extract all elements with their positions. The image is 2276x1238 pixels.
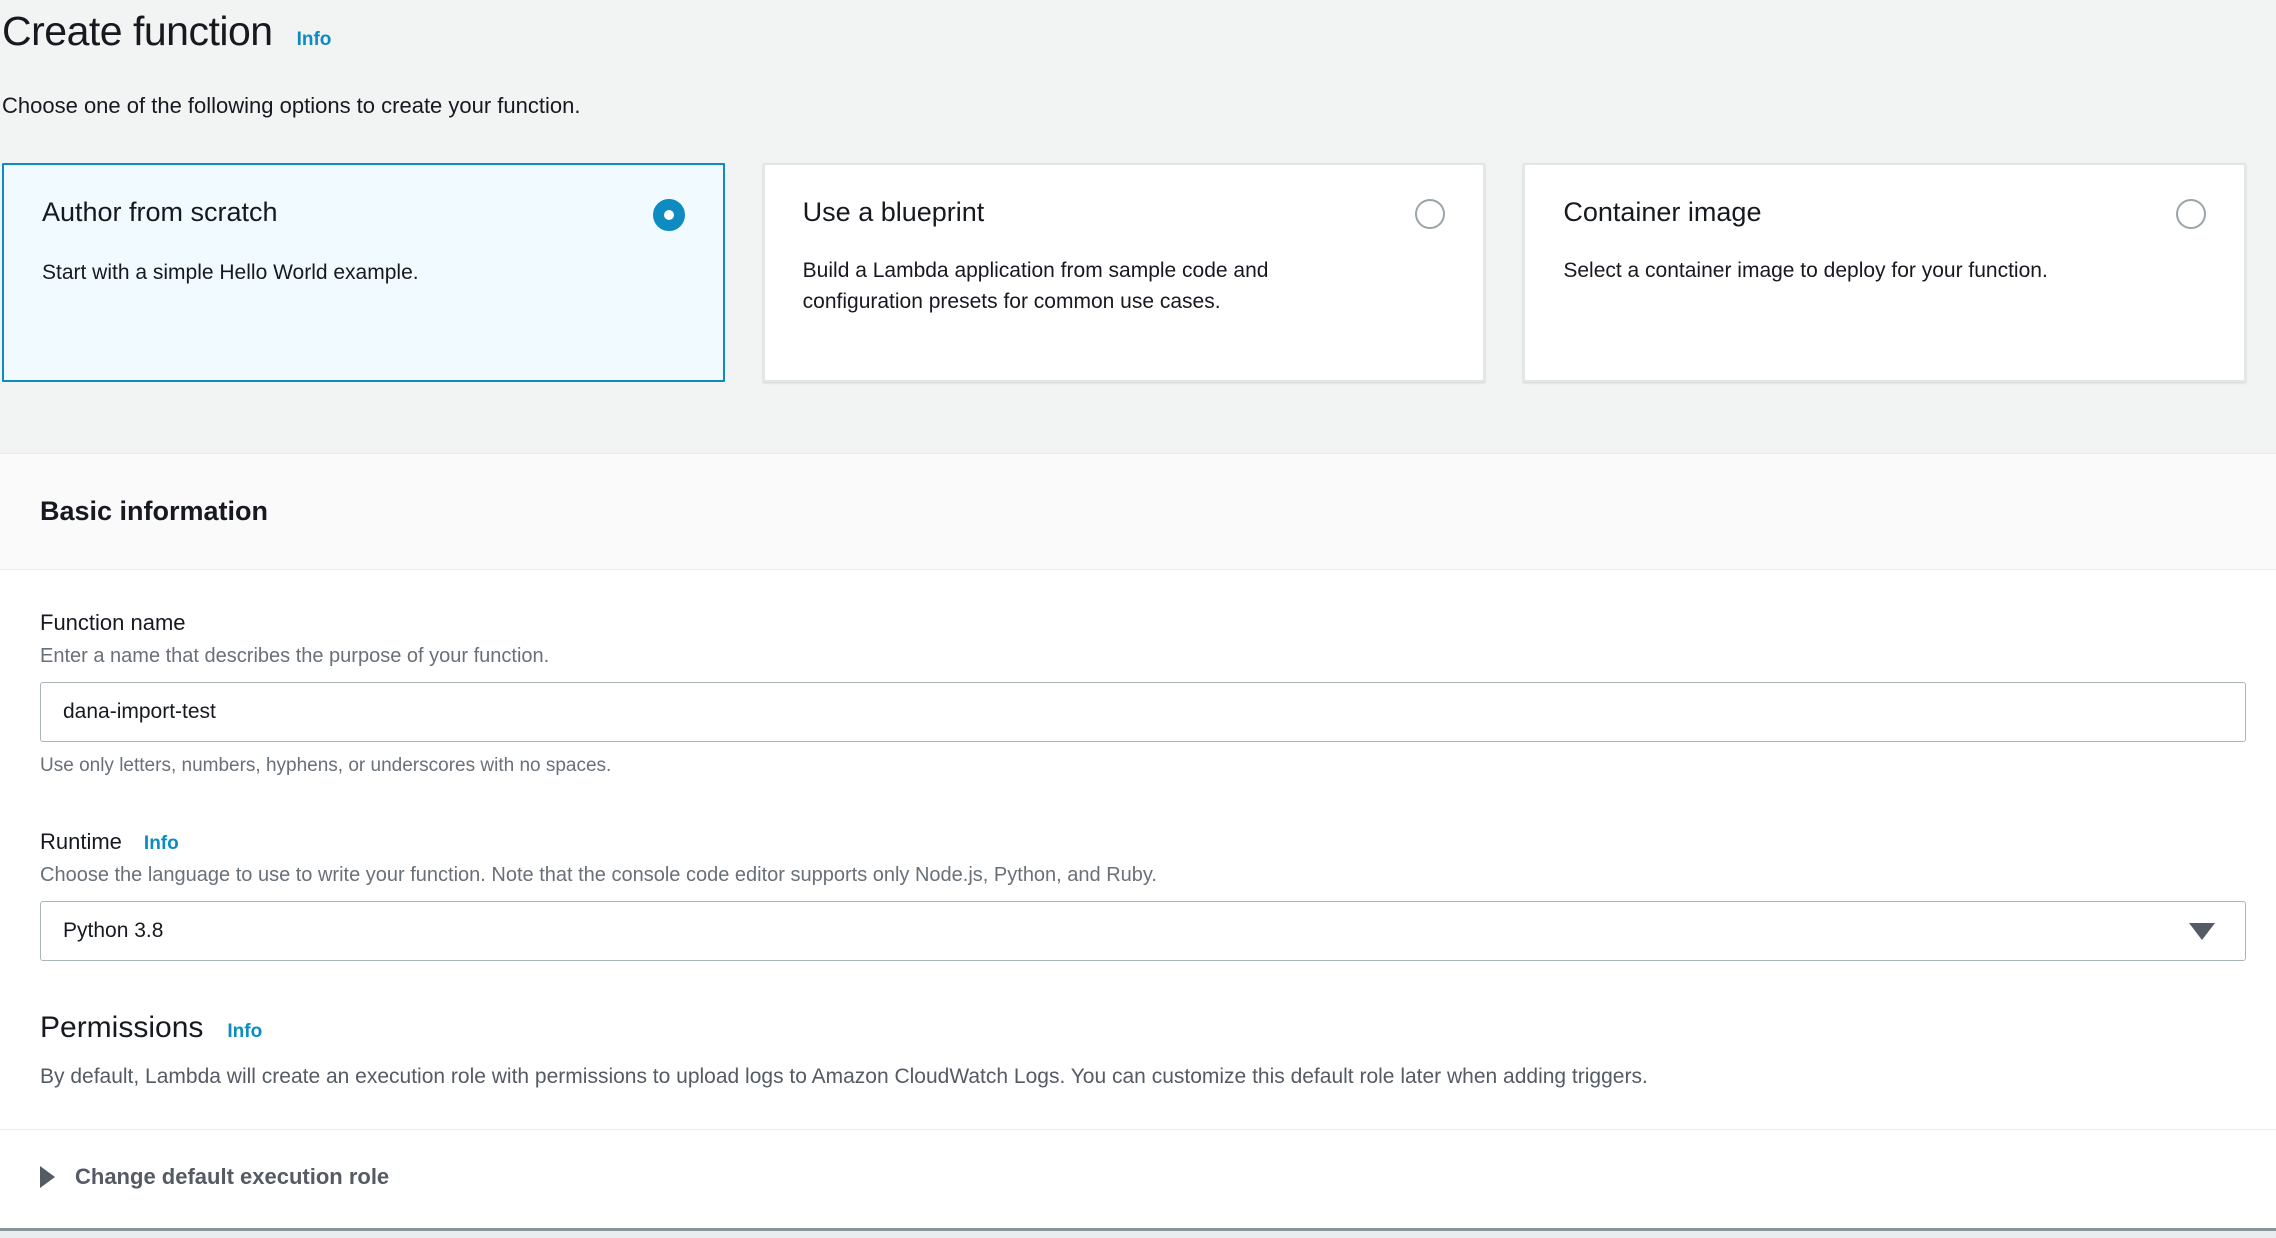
change-default-execution-role-toggle[interactable]: Change default execution role — [40, 1164, 2246, 1190]
basic-information-title: Basic information — [40, 496, 268, 527]
runtime-select[interactable]: Python 3.8 — [40, 901, 2246, 961]
page-title: Create function — [2, 8, 273, 55]
tile-container-image[interactable]: Container image Select a container image… — [1523, 163, 2246, 382]
basic-information-form: Function name Enter a name that describe… — [0, 570, 2276, 1228]
function-name-input[interactable]: dana-import-test — [40, 682, 2246, 742]
caret-right-icon — [40, 1166, 55, 1188]
tile-description: Select a container image to deploy for y… — [1563, 255, 2108, 286]
permissions-info-link[interactable]: Info — [227, 1021, 262, 1043]
permissions-description: By default, Lambda will create an execut… — [40, 1065, 2246, 1089]
tile-author-from-scratch[interactable]: Author from scratch Start with a simple … — [2, 163, 725, 382]
runtime-info-link[interactable]: Info — [144, 833, 179, 855]
permissions-title: Permissions — [40, 1011, 203, 1045]
change-default-execution-role-label: Change default execution role — [75, 1164, 389, 1190]
page-subtitle: Choose one of the following options to c… — [2, 93, 2246, 119]
radio-unselected-icon[interactable] — [1415, 199, 1445, 229]
bottom-divider — [0, 1228, 2276, 1238]
chevron-down-icon — [2189, 923, 2215, 940]
tile-title: Container image — [1563, 197, 1761, 228]
tile-header: Container image — [1563, 197, 2206, 229]
radio-selected-icon[interactable] — [653, 199, 685, 231]
tile-header: Use a blueprint — [803, 197, 1446, 229]
tile-description: Build a Lambda application from sample c… — [803, 255, 1348, 317]
tile-header: Author from scratch — [42, 197, 685, 231]
tile-title: Author from scratch — [42, 197, 278, 228]
basic-information-header: Basic information — [0, 453, 2276, 570]
page-title-row: Create function Info — [2, 8, 2246, 55]
tile-use-a-blueprint[interactable]: Use a blueprint Build a Lambda applicati… — [763, 163, 1486, 382]
tile-title: Use a blueprint — [803, 197, 985, 228]
function-name-description: Enter a name that describes the purpose … — [40, 645, 2246, 668]
function-name-label: Function name — [40, 610, 186, 636]
runtime-label: Runtime — [40, 829, 122, 855]
divider — [0, 1129, 2276, 1130]
page-title-info-link[interactable]: Info — [297, 29, 332, 51]
function-name-hint: Use only letters, numbers, hyphens, or u… — [40, 755, 2246, 777]
page-header-section: Create function Info Choose one of the f… — [0, 0, 2276, 453]
creation-option-tiles: Author from scratch Start with a simple … — [2, 163, 2246, 382]
runtime-selected-option: Python 3.8 — [63, 919, 163, 943]
radio-unselected-icon[interactable] — [2176, 199, 2206, 229]
runtime-description: Choose the language to use to write your… — [40, 864, 2246, 887]
create-function-page: Create function Info Choose one of the f… — [0, 0, 2276, 1238]
tile-description: Start with a simple Hello World example. — [42, 257, 587, 288]
